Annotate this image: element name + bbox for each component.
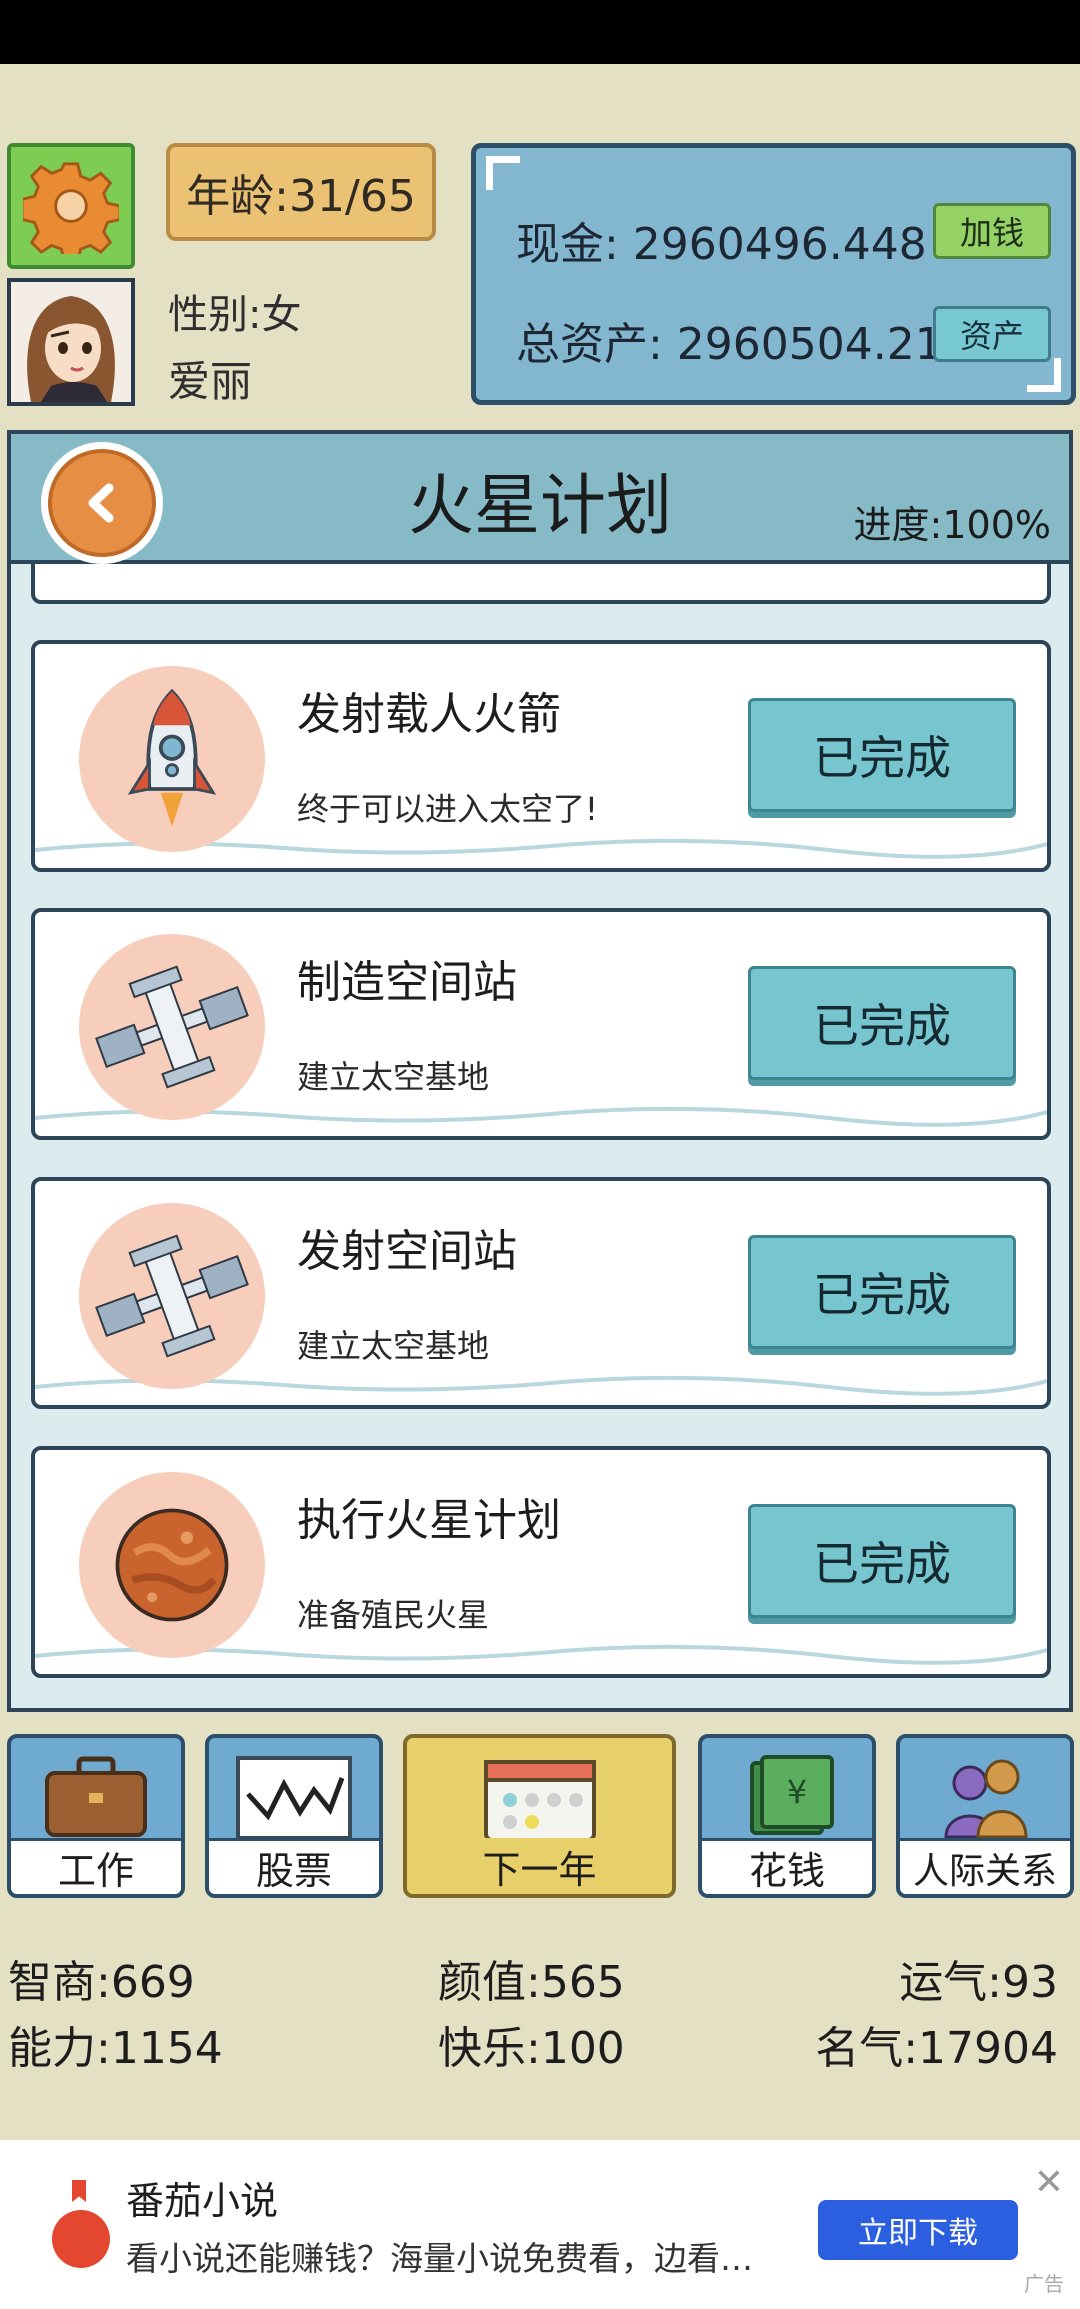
stat-luck: 运气:93 bbox=[899, 1957, 1058, 2008]
list-item: 发射空间站 建立太空基地 已完成 bbox=[31, 1177, 1051, 1409]
nav-stocks-label: 股票 bbox=[209, 1838, 379, 1894]
people-icon bbox=[944, 1759, 1028, 1839]
nav-work-label: 工作 bbox=[11, 1838, 181, 1894]
chevron-left-icon bbox=[88, 483, 114, 523]
nav-spend-button[interactable]: ¥ 花钱 bbox=[698, 1734, 876, 1898]
item-title: 执行火星计划 bbox=[297, 1495, 561, 1546]
mars-plan-panel: 火星计划 进度:100% 发射载人火箭 终于可以进入太空了! 已完成 制造空间站… bbox=[7, 430, 1073, 1712]
stock-chart-icon bbox=[236, 1756, 352, 1840]
briefcase-icon bbox=[45, 1756, 147, 1837]
back-button[interactable] bbox=[41, 442, 163, 564]
nav-stocks-button[interactable]: 股票 bbox=[205, 1734, 383, 1898]
list-item: 执行火星计划 准备殖民火星 已完成 bbox=[31, 1446, 1051, 1678]
add-money-button[interactable]: 加钱 bbox=[933, 203, 1051, 259]
frame-corner bbox=[486, 156, 520, 190]
frame-corner bbox=[1027, 358, 1061, 392]
space-station-icon bbox=[79, 1203, 265, 1389]
character-name: 爱丽 bbox=[168, 357, 253, 406]
ad-tag: 广告 bbox=[1024, 2272, 1064, 2296]
stat-fame: 名气:17904 bbox=[815, 2023, 1058, 2074]
download-button[interactable]: 立即下载 bbox=[818, 2200, 1018, 2260]
nav-spend-label: 花钱 bbox=[702, 1838, 872, 1894]
space-station-icon bbox=[79, 934, 265, 1120]
item-title: 制造空间站 bbox=[297, 957, 517, 1008]
avatar bbox=[7, 278, 135, 406]
ad-description: 看小说还能赚钱？海量小说免费看，边看… bbox=[126, 2239, 753, 2278]
gender-label: 性别:女 bbox=[168, 292, 302, 338]
rocket-icon bbox=[79, 666, 265, 852]
total-assets-value: 总资产: 2960504.21 bbox=[516, 319, 943, 370]
close-icon[interactable]: ✕ bbox=[1034, 2162, 1064, 2203]
list-item: 发射载人火箭 终于可以进入太空了! 已完成 bbox=[31, 640, 1051, 872]
next-year-label: 下一年 bbox=[407, 1838, 672, 1894]
cash-value: 现金: 2960496.448 bbox=[516, 219, 927, 270]
mars-icon bbox=[79, 1472, 265, 1658]
next-year-button[interactable]: 下一年 bbox=[403, 1734, 676, 1898]
plan-header: 火星计划 进度:100% bbox=[11, 434, 1069, 564]
item-description: 建立太空基地 bbox=[297, 1327, 490, 1365]
bookmark-icon bbox=[72, 2180, 86, 2202]
list-item: 制造空间站 建立太空基地 已完成 bbox=[31, 908, 1051, 1140]
nav-relations-button[interactable]: 人际关系 bbox=[896, 1734, 1074, 1898]
item-description: 建立太空基地 bbox=[297, 1058, 490, 1096]
completed-button[interactable]: 已完成 bbox=[748, 698, 1016, 812]
stat-iq: 智商:669 bbox=[8, 1957, 195, 2008]
stat-ability: 能力:1154 bbox=[8, 2023, 223, 2074]
progress-label: 进度:100% bbox=[853, 503, 1051, 547]
gear-icon bbox=[23, 162, 119, 254]
stat-happiness: 快乐:100 bbox=[438, 2023, 625, 2074]
ad-title: 番茄小说 bbox=[126, 2179, 279, 2223]
settings-button[interactable] bbox=[7, 143, 135, 269]
money-icon: ¥ bbox=[750, 1755, 834, 1835]
assets-button[interactable]: 资产 bbox=[933, 306, 1051, 362]
app-logo bbox=[52, 2210, 110, 2268]
nav-relations-label: 人际关系 bbox=[900, 1838, 1070, 1894]
age-display: 年龄:31/65 bbox=[166, 143, 436, 241]
item-title: 发射空间站 bbox=[297, 1226, 517, 1277]
completed-button[interactable]: 已完成 bbox=[748, 966, 1016, 1080]
svg-text:¥: ¥ bbox=[787, 1773, 807, 1811]
nav-work-button[interactable]: 工作 bbox=[7, 1734, 185, 1898]
finance-panel: 现金: 2960496.448 加钱 总资产: 2960504.21 资产 bbox=[471, 143, 1076, 405]
completed-button[interactable]: 已完成 bbox=[748, 1504, 1016, 1618]
status-bar bbox=[0, 0, 1080, 64]
item-description: 终于可以进入太空了! bbox=[297, 790, 598, 828]
item-description: 准备殖民火星 bbox=[297, 1596, 490, 1634]
calendar-icon bbox=[483, 1760, 596, 1842]
ad-banner[interactable]: 番茄小说 看小说还能赚钱？海量小说免费看，边看… 立即下载 ✕ 广告 bbox=[0, 2140, 1080, 2309]
stat-looks: 颜值:565 bbox=[438, 1957, 625, 2008]
completed-button[interactable]: 已完成 bbox=[748, 1235, 1016, 1349]
item-title: 发射载人火箭 bbox=[297, 689, 561, 740]
